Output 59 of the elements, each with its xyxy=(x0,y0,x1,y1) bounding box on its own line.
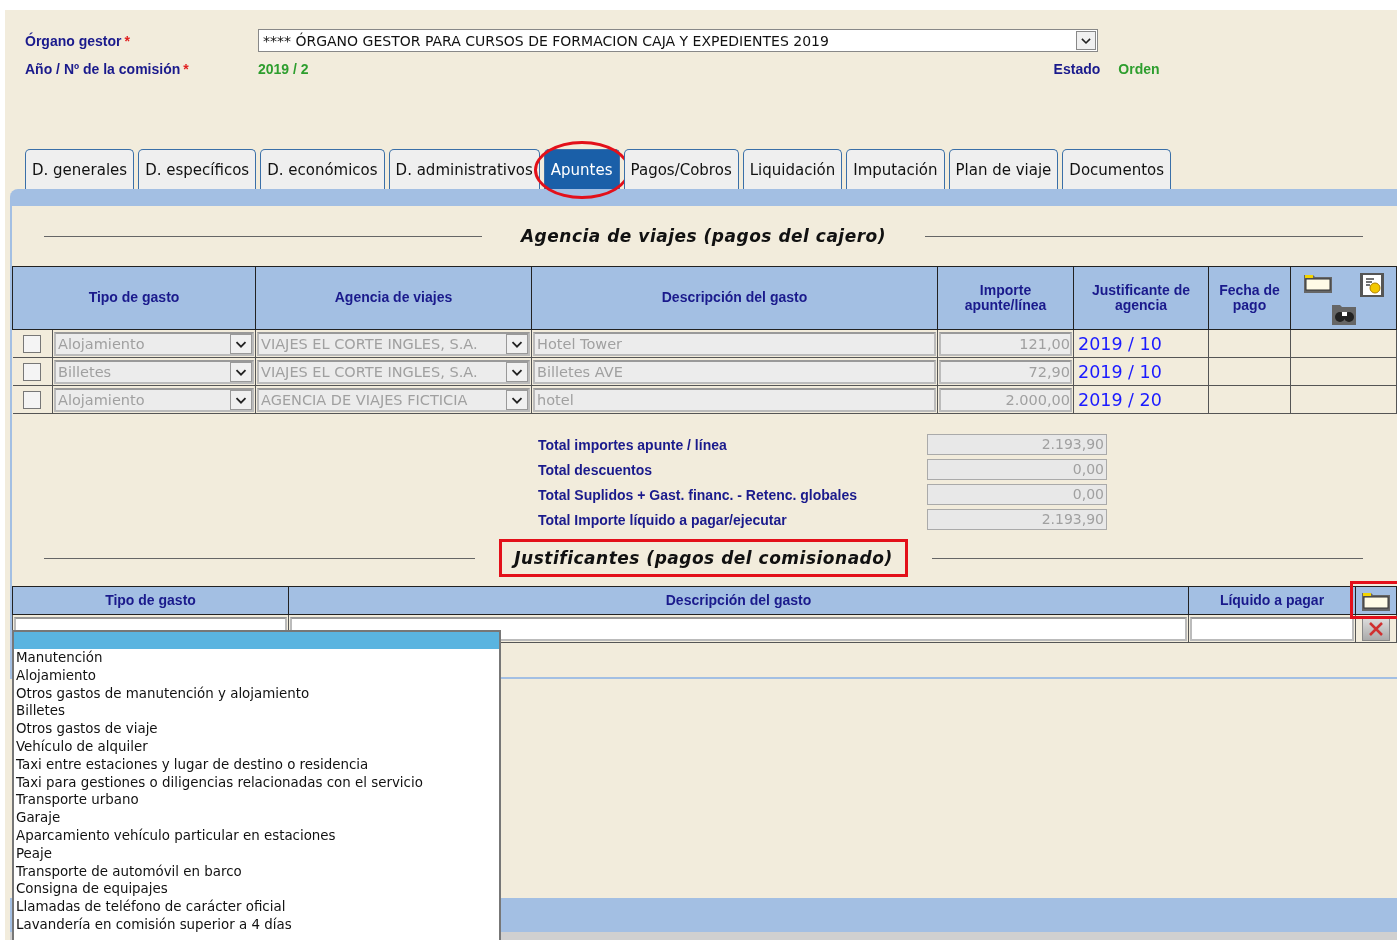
tab[interactable]: Plan de viaje xyxy=(948,149,1059,189)
amount-field[interactable] xyxy=(1190,616,1354,641)
total-label: Total Importe líquido a pagar/ejecutar xyxy=(538,511,788,528)
dropdown-option[interactable]: Peaje xyxy=(14,844,499,863)
tab[interactable]: D. específicos xyxy=(138,149,257,189)
total-label: Total descuentos xyxy=(538,461,654,478)
total-field: 0,00 xyxy=(927,484,1107,505)
dropdown-option[interactable]: Billetes xyxy=(14,702,499,721)
total-label: Total Suplidos + Gast. financ. - Retenc. globales xyxy=(538,486,859,503)
organo-select[interactable]: **** ÓRGANO GESTOR PARA CURSOS DE FORMACION CAJA Y EXPEDIENTES 2019 xyxy=(258,29,1098,52)
column-header: Descripción del gasto xyxy=(531,266,938,330)
dropdown-option[interactable]: Alojamiento xyxy=(14,666,499,685)
dropdown-option[interactable]: Taxi para gestiones o diligencias relacionadas con el servicio xyxy=(14,773,499,792)
column-header: Descripción del gasto xyxy=(288,586,1189,615)
tab[interactable]: D. administrativos xyxy=(388,149,540,189)
tab[interactable]: Pagos/Cobros xyxy=(623,149,739,189)
column-header: Importe apunte/línea xyxy=(937,266,1074,330)
section-title: Agencia de viajes (pagos del cajero) xyxy=(519,225,888,248)
column-header: Tipo de gasto xyxy=(12,266,256,330)
dropdown-option[interactable]: Transporte urbano xyxy=(14,791,499,810)
dropdown-option[interactable]: Vehículo de alquiler xyxy=(14,738,499,756)
field-label: Año / Nº de la comisión * xyxy=(25,60,190,77)
tab[interactable]: Liquidación xyxy=(742,149,843,189)
column-header: Líquido a pagar xyxy=(1188,586,1356,615)
commission-value: 2019 / 2 xyxy=(258,60,309,77)
dropdown-option[interactable]: Garaje xyxy=(14,809,499,827)
total-field: 2.193,90 xyxy=(927,434,1107,455)
close-icon xyxy=(1367,619,1385,638)
description-field[interactable] xyxy=(290,616,1187,641)
tab[interactable]: D. económicos xyxy=(260,149,385,189)
column-header: Tipo de gasto xyxy=(12,586,289,615)
tab[interactable]: Documentos xyxy=(1062,149,1172,189)
total-field: 2.193,90 xyxy=(927,509,1107,530)
dropdown-option[interactable]: Aparcamiento vehículo particular en estaciones xyxy=(14,826,499,845)
dropdown-chevron-icon[interactable] xyxy=(506,389,528,410)
dropdown-option[interactable]: Lavandería en comisión superior a 4 días xyxy=(14,915,499,934)
total-label: Total importes apunte / línea xyxy=(538,436,728,453)
dropdown-option[interactable]: Otros gastos de manutención y alojamiento xyxy=(14,684,499,703)
status-label: Estado xyxy=(1053,60,1101,77)
tab[interactable]: D. generales xyxy=(25,149,135,189)
dropdown-option[interactable]: Llamadas de teléfono de carácter oficial xyxy=(14,898,499,916)
column-header: Fecha de pago xyxy=(1208,266,1291,330)
document-icon[interactable] xyxy=(1357,271,1386,299)
dropdown-option[interactable]: Otros gastos de viaje xyxy=(14,720,499,738)
total-field: 0,00 xyxy=(927,459,1107,480)
dropdown-option[interactable]: Transporte de automóvil en barco xyxy=(14,862,499,881)
dropdown-option[interactable]: Consigna de equipajes xyxy=(14,880,499,899)
field-label: Órgano gestor * xyxy=(25,32,131,49)
dropdown-chevron-icon[interactable] xyxy=(506,333,528,354)
dropdown-chevron-icon[interactable] xyxy=(506,361,528,382)
tab[interactable]: Imputación xyxy=(846,149,945,189)
dropdown-option[interactable]: Manutención xyxy=(14,649,499,667)
section-title: Justificantes (pagos del comisionado) xyxy=(499,539,908,577)
column-header: Agencia de viajes xyxy=(255,266,532,330)
dropdown-option[interactable]: Taxi entre estaciones y lugar de destino o residencia xyxy=(14,755,499,774)
dropdown-chevron-icon[interactable] xyxy=(1076,31,1096,50)
status-value: Orden xyxy=(1118,60,1160,77)
tab[interactable]: Apuntes xyxy=(543,149,620,189)
column-header: Justificante de agencia xyxy=(1073,266,1209,330)
